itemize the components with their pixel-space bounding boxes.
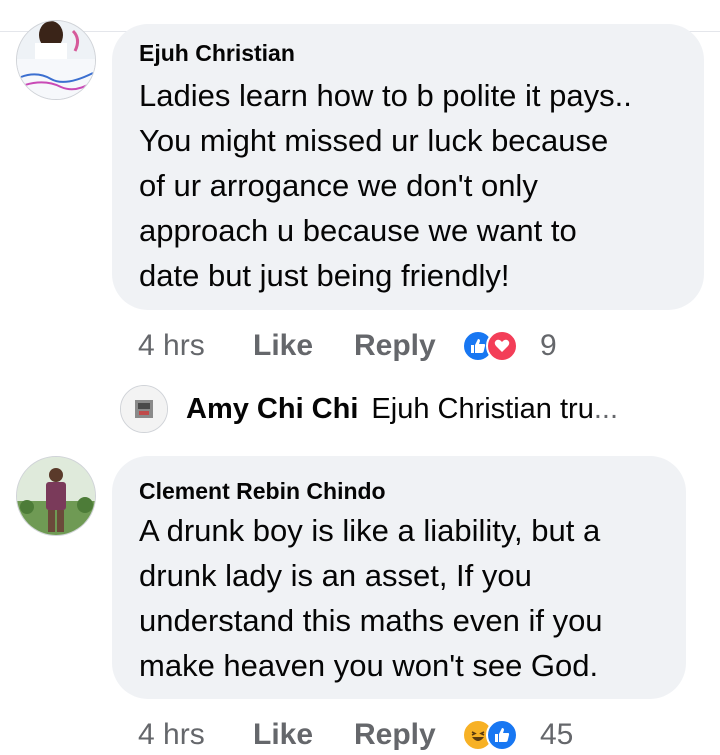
comment-text: Ladies learn how to b polite it pays.. Y…: [139, 73, 632, 298]
reply-snippet-text: Ejuh Christian tru: [371, 392, 594, 425]
comment-actions: 4 hrs Like Reply 45: [138, 715, 573, 755]
comment-text: A drunk boy is like a liability, but a d…: [139, 508, 603, 688]
avatar[interactable]: [16, 20, 96, 100]
comment-timestamp[interactable]: 4 hrs: [138, 329, 253, 363]
comment-author[interactable]: Ejuh Christian: [139, 40, 295, 67]
like-button[interactable]: Like: [253, 329, 354, 363]
reply-ellipsis: ...: [593, 392, 619, 425]
reply-button[interactable]: Reply: [354, 329, 462, 363]
comment-text-line: understand this maths even if you: [139, 603, 603, 638]
profile-photo: [17, 457, 95, 535]
avatar[interactable]: [16, 456, 96, 536]
comment-bubble: Ejuh Christian Ladies learn how to b pol…: [112, 24, 704, 310]
love-icon: [486, 330, 518, 362]
comment-text-line: Ladies learn how to b polite it pays..: [139, 78, 632, 113]
profile-photo: [121, 386, 167, 432]
comment-text-line: drunk lady is an asset, If you: [139, 558, 532, 593]
comment-actions: 4 hrs Like Reply 9: [138, 326, 557, 366]
reaction-summary[interactable]: 45: [462, 717, 573, 753]
comment-text-line: You might missed ur luck because: [139, 123, 609, 158]
comment-text-line: A drunk boy is like a liability, but a: [139, 513, 601, 548]
reaction-summary[interactable]: 9: [462, 328, 557, 364]
avatar[interactable]: [120, 385, 168, 433]
reply-preview[interactable]: Amy Chi Chi Ejuh Christian tru...: [120, 384, 618, 434]
comment-author[interactable]: Clement Rebin Chindo: [139, 478, 386, 505]
reply-author[interactable]: Amy Chi Chi: [186, 393, 358, 426]
comment-text-line: date but just being friendly!: [139, 258, 510, 293]
like-icon: [486, 719, 518, 751]
reply-snippet: Ejuh Christian tru...: [371, 393, 618, 426]
comment-bubble: Clement Rebin Chindo A drunk boy is like…: [112, 456, 686, 699]
comment-text-line: make heaven you won't see God.: [139, 648, 599, 683]
comment-text-line: of ur arrogance we don't only: [139, 168, 538, 203]
comment-text-line: approach u because we want to: [139, 213, 577, 248]
profile-photo: [17, 21, 95, 99]
reaction-count: 9: [540, 329, 557, 362]
